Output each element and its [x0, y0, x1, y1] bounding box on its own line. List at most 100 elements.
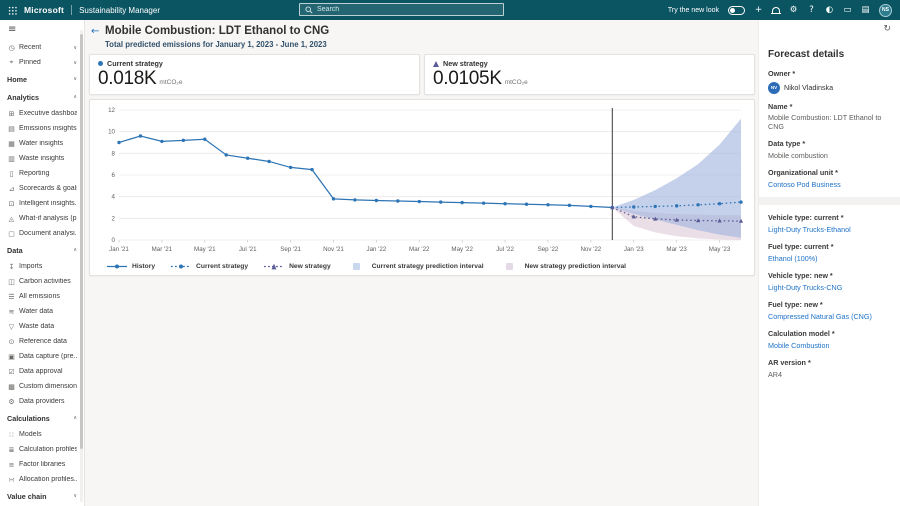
sidebar-item-calculations[interactable]: Calculations∧ [0, 409, 84, 427]
sidebar-item-emissions-insights[interactable]: ▤Emissions insights [0, 121, 84, 136]
field-calculation-model-value[interactable]: Mobile Combustion [768, 342, 891, 351]
sidebar-item-factor-libraries[interactable]: ≡Factor libraries [0, 457, 84, 472]
sidebar-item-reporting[interactable]: ▯Reporting [0, 166, 84, 181]
sidebar-scrollbar-thumb[interactable] [80, 34, 83, 449]
field-owner: Owner *NVNikol Vladinska [768, 69, 891, 94]
notifications-icon[interactable] [772, 7, 780, 14]
sidebar-item-what-if-analysis[interactable]: ◬What-if analysis (p... [0, 211, 84, 226]
sidebar-item-executive-dashboard[interactable]: ⊞Executive dashboa... [0, 106, 84, 121]
sidebar-item-pinned[interactable]: ⌖Pinned∨ [0, 55, 84, 70]
sidebar-item-intelligent-insights[interactable]: ⊡Intelligent insights... [0, 196, 84, 211]
legend-marker-solid-dot [106, 262, 128, 271]
sidebar-item-calculation-profiles[interactable]: ≣Calculation profiles [0, 442, 84, 457]
apps-icon[interactable]: ▤ [861, 0, 870, 20]
sidebar-item-label: Waste data [19, 323, 54, 330]
legend-item-3[interactable]: Current strategy prediction interval [346, 262, 484, 271]
field-vehicle-type-current-value[interactable]: Light-Duty Trucks-Ethanol [768, 226, 891, 235]
svg-text:6: 6 [112, 172, 116, 179]
sidebar-nav: ◷Recent∨⌖Pinned∨Home∨Analytics∧⊞Executiv… [0, 40, 84, 505]
legend-marker-dash-triangle [263, 262, 285, 271]
hamburger-menu-icon[interactable]: ≡ [0, 23, 84, 40]
refresh-icon[interactable]: ↻ [883, 24, 891, 34]
sidebar-item-scorecards-goals[interactable]: ⊿Scorecards & goals [0, 181, 84, 196]
sidebar-item-data[interactable]: Data∧ [0, 241, 84, 259]
sidebar-item-recent[interactable]: ◷Recent∨ [0, 40, 84, 55]
document-analysis-icon: ▢ [7, 230, 16, 238]
emissions-insights-icon: ▤ [7, 125, 16, 133]
data-capture-icon: ▣ [7, 353, 16, 361]
svg-text:May '22: May '22 [451, 246, 473, 253]
current-strategy-unit: mtCO₂e [159, 79, 182, 86]
field-ar-version: AR version * AR4 [768, 358, 891, 379]
field-calculation-model: Calculation model *Mobile Combustion [768, 329, 891, 350]
field-organizational-unit-value[interactable]: Contoso Pod Business [768, 181, 891, 190]
svg-text:Jul '21: Jul '21 [239, 246, 257, 253]
feedback-icon[interactable]: ◐ [825, 0, 834, 20]
sidebar-item-all-emissions[interactable]: ☰All emissions [0, 289, 84, 304]
waffle-icon[interactable] [8, 6, 17, 15]
current-strategy-marker [98, 61, 103, 66]
sidebar-item-water-insights[interactable]: ▦Water insights [0, 136, 84, 151]
sidebar-item-waste-data[interactable]: ▽Waste data [0, 319, 84, 334]
what-if-analysis-icon: ◬ [7, 215, 16, 223]
sidebar-item-water-data[interactable]: ≋Water data [0, 304, 84, 319]
legend-item-1[interactable]: Current strategy [170, 262, 248, 271]
sidebar-item-custom-dimensions[interactable]: ▩Custom dimensions [0, 379, 84, 394]
sidebar-item-label: Home [7, 75, 27, 84]
owner-avatar: NV [768, 82, 780, 94]
new-look-label: Try the new look [668, 7, 719, 14]
brand-logo[interactable]: Microsoft [24, 5, 64, 15]
svg-text:2: 2 [112, 215, 116, 222]
settings-icon[interactable]: ⚙ [789, 0, 798, 20]
sidebar-item-waste-insights[interactable]: ▥Waste insights [0, 151, 84, 166]
devices-icon[interactable]: ▭ [843, 0, 852, 20]
scorecards-goals-icon: ⊿ [7, 185, 16, 193]
user-avatar[interactable]: NS [879, 4, 892, 17]
sidebar-item-carbon-activities[interactable]: ◫Carbon activities [0, 274, 84, 289]
brand-divider [71, 5, 72, 15]
field-fuel-type-new-value[interactable]: Compressed Natural Gas (CNG) [768, 313, 891, 322]
svg-text:Jan '21: Jan '21 [109, 246, 129, 253]
back-button[interactable]: ← [91, 26, 99, 37]
legend-label: New strategy [289, 263, 331, 270]
field-ar-version-value: AR4 [768, 371, 891, 380]
sidebar-item-analytics[interactable]: Analytics∧ [0, 88, 84, 106]
strategy-cards: Current strategy 0.018K mtCO₂e New strat… [89, 54, 755, 95]
svg-text:Nov '21: Nov '21 [323, 246, 344, 253]
legend-item-4[interactable]: New strategy prediction interval [499, 262, 626, 271]
svg-text:10: 10 [108, 129, 115, 136]
page-header: ← Mobile Combustion: LDT Ethanol to CNG … [88, 22, 756, 54]
new-strategy-label: New strategy [443, 59, 488, 68]
sidebar-item-imports[interactable]: ↧Imports [0, 259, 84, 274]
field-ar-version-label: AR version * [768, 358, 891, 367]
new-look-toggle[interactable] [728, 6, 745, 15]
field-vehicle-type-new-value[interactable]: Light-Duty Trucks-CNG [768, 284, 891, 293]
sidebar-item-label: Reference data [19, 338, 67, 345]
sidebar-item-document-analysis[interactable]: ▢Document analysi... [0, 226, 84, 241]
sidebar-item-data-capture[interactable]: ▣Data capture (pre... [0, 349, 84, 364]
sidebar-item-data-approval[interactable]: ☑Data approval [0, 364, 84, 379]
imports-icon: ↧ [7, 263, 16, 271]
new-strategy-value: 0.0105K [433, 68, 502, 90]
chevron-down-icon: ∨ [73, 45, 77, 51]
sidebar-item-value-chain[interactable]: Value chain∨ [0, 487, 84, 505]
field-vehicle-type-current-label: Vehicle type: current * [768, 213, 891, 222]
waste-data-icon: ▽ [7, 323, 16, 331]
sidebar-item-data-providers[interactable]: ⚙Data providers [0, 394, 84, 409]
sidebar-item-models[interactable]: ∷Models [0, 427, 84, 442]
legend-item-0[interactable]: History [106, 262, 155, 271]
sidebar-item-home[interactable]: Home∨ [0, 70, 84, 88]
search-box[interactable] [299, 3, 504, 16]
owner-person-chip[interactable]: NVNikol Vladinska [768, 82, 891, 94]
legend-item-2[interactable]: New strategy [263, 262, 331, 271]
top-app-bar: Microsoft Sustainability Manager Try the… [0, 0, 900, 20]
svg-text:Sep '21: Sep '21 [280, 246, 301, 253]
help-icon[interactable]: ? [807, 0, 816, 20]
field-fuel-type-current-value[interactable]: Ethanol (100%) [768, 255, 891, 264]
factor-libraries-icon: ≡ [7, 461, 16, 469]
add-icon[interactable]: + [754, 0, 763, 20]
app-name[interactable]: Sustainability Manager [79, 6, 160, 15]
sidebar-item-allocation-profiles[interactable]: ∺Allocation profiles... [0, 472, 84, 487]
sidebar-item-reference-data[interactable]: ⊙Reference data [0, 334, 84, 349]
search-input[interactable] [317, 6, 498, 13]
